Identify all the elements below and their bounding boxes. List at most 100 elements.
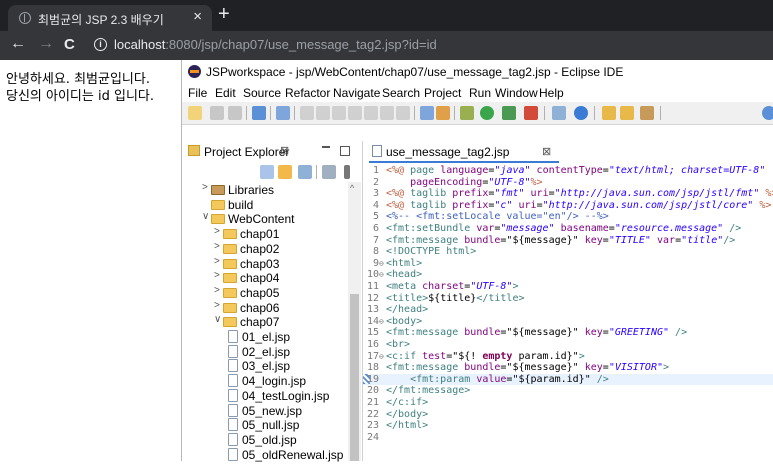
folder-icon xyxy=(223,302,237,313)
url-text[interactable]: localhost:8080/jsp/chap07/use_message_ta… xyxy=(114,37,437,52)
code-token: value xyxy=(476,373,507,385)
terminal-icon[interactable] xyxy=(252,106,266,120)
code-token: "http://java.sun.com/jsp/jstl/fmt" xyxy=(554,188,760,200)
open-type-icon[interactable] xyxy=(602,106,616,120)
open-task-icon[interactable] xyxy=(620,106,634,120)
fold-toggle-icon[interactable]: ⊖ xyxy=(379,317,384,326)
tab-title: 최범균의 JSP 2.3 배우기 xyxy=(38,13,164,27)
library-icon xyxy=(211,185,225,195)
code-token: %> xyxy=(765,188,773,200)
code-area[interactable]: 1 <%@ page language="java" contentType="t… xyxy=(363,165,773,461)
menu-search[interactable]: Search xyxy=(382,86,420,100)
menu-navigate[interactable]: Navigate xyxy=(333,86,380,100)
menu-help[interactable]: Help xyxy=(539,86,564,100)
menu-source[interactable]: Source xyxy=(243,86,281,100)
line-number: 5 xyxy=(372,211,379,223)
expand-arrow-icon[interactable]: ∨ xyxy=(214,314,221,325)
project-explorer-tab[interactable]: Project Explorer ⊠ xyxy=(185,141,295,161)
code-line: 1 <%@ page language="java" contentType="t… xyxy=(363,165,773,176)
code-editor-panel: use_message_tag2.jsp ⊠ 1 <%@ page languag… xyxy=(363,141,773,461)
tab-close-button[interactable]: × xyxy=(193,8,202,25)
collapse-arrow-icon[interactable]: > xyxy=(214,226,220,237)
disconnect-icon[interactable] xyxy=(348,106,362,120)
run-icon[interactable] xyxy=(480,106,494,120)
editor-tab[interactable]: use_message_tag2.jsp ⊠ xyxy=(369,141,559,163)
collapse-arrow-icon[interactable]: > xyxy=(214,270,220,281)
code-line: 3 <%@ taglib prefix="fmt" uri="http://jav… xyxy=(363,188,773,199)
new-tab-button[interactable]: + xyxy=(218,3,230,26)
scrollbar-thumb[interactable] xyxy=(350,294,359,461)
save-icon[interactable] xyxy=(210,106,224,120)
reload-button[interactable]: C xyxy=(64,36,75,53)
code-token: <meta xyxy=(386,281,423,292)
suspend-icon[interactable] xyxy=(316,106,330,120)
code-line: 16 <br> xyxy=(363,339,773,350)
info-icon[interactable]: i xyxy=(94,38,107,51)
collapse-arrow-icon[interactable]: > xyxy=(214,285,220,296)
bug-icon[interactable] xyxy=(460,106,474,120)
focus-icon[interactable] xyxy=(322,165,336,179)
external-tools-icon[interactable] xyxy=(524,106,538,120)
step-return-icon[interactable] xyxy=(396,106,410,120)
menu-project[interactable]: Project xyxy=(424,86,461,100)
expand-arrow-icon[interactable]: ∨ xyxy=(202,211,209,222)
code-text: <fmt:setBundle var="message" basename="r… xyxy=(386,223,741,234)
code-line: 7 <fmt:message bundle="${message}" key="T… xyxy=(363,235,773,246)
search-icon[interactable] xyxy=(640,106,654,120)
collapse-arrow-icon[interactable]: > xyxy=(214,300,220,311)
fold-toggle-icon[interactable]: ⊖ xyxy=(379,352,384,361)
explorer-scrollbar[interactable]: ^ xyxy=(348,182,361,461)
use-step-filters-icon[interactable] xyxy=(420,106,434,120)
menu-edit[interactable]: Edit xyxy=(215,86,236,100)
skip-breakpoints-icon[interactable] xyxy=(276,106,290,120)
tree-item-label: 03_el.jsp xyxy=(242,359,291,374)
step-over-icon[interactable] xyxy=(380,106,394,120)
debug-config-icon[interactable] xyxy=(436,106,450,120)
maximize-icon[interactable] xyxy=(340,146,350,156)
terminate-icon[interactable] xyxy=(332,106,346,120)
new-class-icon[interactable] xyxy=(574,106,588,120)
resume-icon[interactable] xyxy=(300,106,314,120)
line-number: 4 xyxy=(372,199,379,211)
view-menu-icon[interactable] xyxy=(344,165,350,179)
save-all-icon[interactable] xyxy=(228,106,242,120)
code-line: 15 <fmt:message bundle="${message}" key="… xyxy=(363,327,773,338)
fold-toggle-icon[interactable]: ⊖ xyxy=(379,259,384,268)
browser-tab[interactable]: 최범균의 JSP 2.3 배우기 × xyxy=(8,5,212,31)
collapse-all-icon[interactable] xyxy=(260,165,274,179)
collapse-arrow-icon[interactable]: > xyxy=(214,256,220,267)
line-number: 10 xyxy=(366,269,379,281)
line-number: 9 xyxy=(372,257,379,269)
code-token: "c" xyxy=(494,199,513,211)
jsp-file-icon xyxy=(228,344,238,358)
menu-window[interactable]: Window xyxy=(495,86,538,100)
folder-icon xyxy=(223,273,237,284)
menu-file[interactable]: File xyxy=(188,86,207,100)
collapse-arrow-icon[interactable]: > xyxy=(214,241,220,252)
address-bar[interactable]: i localhost:8080/jsp/chap07/use_message_… xyxy=(90,35,773,56)
step-into-icon[interactable] xyxy=(364,106,378,120)
jsp-file-icon xyxy=(228,359,238,373)
perspective-icon[interactable] xyxy=(762,106,773,120)
fold-toggle-icon[interactable]: ⊖ xyxy=(379,270,384,279)
line-number: 3 xyxy=(372,188,379,200)
coverage-icon[interactable] xyxy=(502,106,516,120)
project-explorer-close-button[interactable]: ⊠ xyxy=(280,144,289,157)
link-with-editor-icon[interactable] xyxy=(278,165,292,179)
code-text: <meta charset="UTF-8"> xyxy=(386,281,519,292)
filter-icon[interactable] xyxy=(298,165,312,179)
code-text: <%@ taglib prefix="c" uri="http://java.s… xyxy=(386,200,771,211)
scroll-up-icon[interactable]: ^ xyxy=(350,183,354,193)
menu-run[interactable]: Run xyxy=(469,86,491,100)
new-server-icon[interactable] xyxy=(552,106,566,120)
minimize-icon[interactable] xyxy=(322,146,330,149)
collapse-arrow-icon[interactable]: > xyxy=(202,182,208,193)
project-explorer-panel: Project Explorer ⊠ > Libraries build ∨ WebCo… xyxy=(182,141,363,462)
back-button[interactable]: ← xyxy=(10,35,26,53)
forward-button[interactable]: → xyxy=(38,35,54,53)
code-token: "GREETING" xyxy=(608,327,670,339)
new-icon[interactable] xyxy=(188,106,202,120)
code-text: </html> xyxy=(386,420,428,431)
editor-close-button[interactable]: ⊠ xyxy=(542,145,551,158)
menu-refactor[interactable]: Refactor xyxy=(285,86,330,100)
